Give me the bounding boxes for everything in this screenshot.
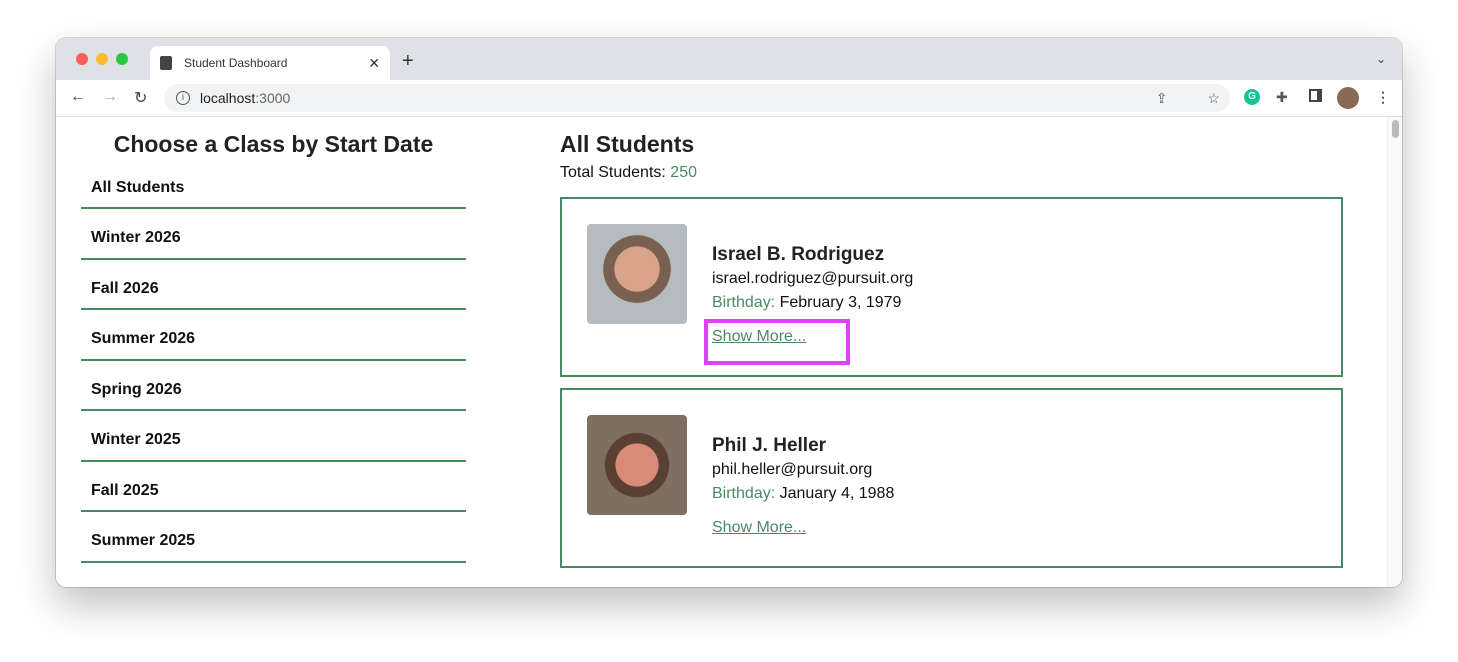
class-item[interactable]: All Students xyxy=(81,170,466,209)
browser-window: Student Dashboard ✕ + ⌄ ← → ↻ i localhos… xyxy=(56,38,1402,587)
total-students: Total Students: 250 xyxy=(560,164,1343,182)
page-content: Choose a Class by Start Date All Student… xyxy=(56,117,1402,587)
menu-kebab-icon[interactable]: ⋮ xyxy=(1376,89,1390,106)
close-window-button[interactable] xyxy=(76,53,88,65)
address-bar[interactable]: i localhost:3000 ⇪ ☆ xyxy=(164,84,1230,112)
student-photo xyxy=(587,224,687,324)
url-port: :3000 xyxy=(255,90,291,106)
class-item[interactable]: Winter 2025 xyxy=(81,411,466,462)
new-tab-icon[interactable]: + xyxy=(402,50,414,73)
tab-bar: Student Dashboard ✕ + ⌄ xyxy=(56,38,1402,80)
grammarly-icon[interactable]: G xyxy=(1244,89,1260,105)
student-list: All Students Total Students: 250 Israel … xyxy=(560,131,1343,568)
show-more-link[interactable]: Show More... xyxy=(712,516,806,540)
page-title: All Students xyxy=(560,131,695,157)
class-item[interactable]: Summer 2026 xyxy=(81,310,466,361)
browser-toolbar: ← → ↻ i localhost:3000 ⇪ ☆ G ✚ ⋮ xyxy=(56,80,1402,117)
student-email: israel.rodriguez@pursuit.org xyxy=(712,270,914,287)
maximize-window-button[interactable] xyxy=(116,53,128,65)
class-item[interactable]: Summer 2025 xyxy=(81,512,466,563)
profile-avatar[interactable] xyxy=(1337,87,1359,109)
sidebar-title: Choose a Class by Start Date xyxy=(113,131,434,157)
class-item[interactable]: Spring 2026 xyxy=(81,361,466,411)
student-email: phil.heller@pursuit.org xyxy=(712,461,873,478)
site-info-icon[interactable]: i xyxy=(176,91,190,105)
scrollbar-thumb[interactable] xyxy=(1391,120,1399,138)
class-item[interactable]: Fall 2026 xyxy=(81,260,466,310)
close-tab-icon[interactable]: ✕ xyxy=(368,55,380,72)
class-item[interactable]: Fall 2025 xyxy=(81,462,466,512)
share-icon[interactable]: ⇪ xyxy=(1156,90,1168,107)
tab-title: Student Dashboard xyxy=(184,56,288,70)
minimize-window-button[interactable] xyxy=(96,53,108,65)
total-count: 250 xyxy=(670,164,697,181)
student-card: Phil J. Heller phil.heller@pursuit.org B… xyxy=(560,388,1343,568)
birthday-value: February 3, 1979 xyxy=(779,294,902,311)
birthday-value: January 4, 1988 xyxy=(779,485,895,502)
tab-search-chevron-icon[interactable]: ⌄ xyxy=(1376,52,1386,66)
student-name: Israel B. Rodriguez xyxy=(712,244,885,265)
student-name: Phil J. Heller xyxy=(712,435,827,456)
scrollbar[interactable] xyxy=(1387,117,1402,587)
extensions-puzzle-icon[interactable]: ✚ xyxy=(1276,89,1288,106)
side-panel-icon[interactable] xyxy=(1309,89,1322,102)
back-icon[interactable]: ← xyxy=(70,88,86,106)
student-photo xyxy=(587,415,687,515)
student-card: Israel B. Rodriguez israel.rodriguez@pur… xyxy=(560,197,1343,377)
highlight-box xyxy=(704,319,850,365)
favicon-icon xyxy=(160,56,172,70)
total-label: Total Students: xyxy=(560,164,671,181)
url-host: localhost xyxy=(200,90,256,106)
birthday-label: Birthday: xyxy=(712,485,780,502)
reload-icon[interactable]: ↻ xyxy=(134,88,147,108)
forward-icon[interactable]: → xyxy=(102,88,118,106)
browser-tab[interactable]: Student Dashboard ✕ xyxy=(150,46,390,80)
class-item[interactable]: Winter 2026 xyxy=(81,209,466,260)
class-sidebar: Choose a Class by Start Date All Student… xyxy=(81,117,466,563)
bookmark-star-icon[interactable]: ☆ xyxy=(1207,90,1220,107)
birthday-label: Birthday: xyxy=(712,294,780,311)
